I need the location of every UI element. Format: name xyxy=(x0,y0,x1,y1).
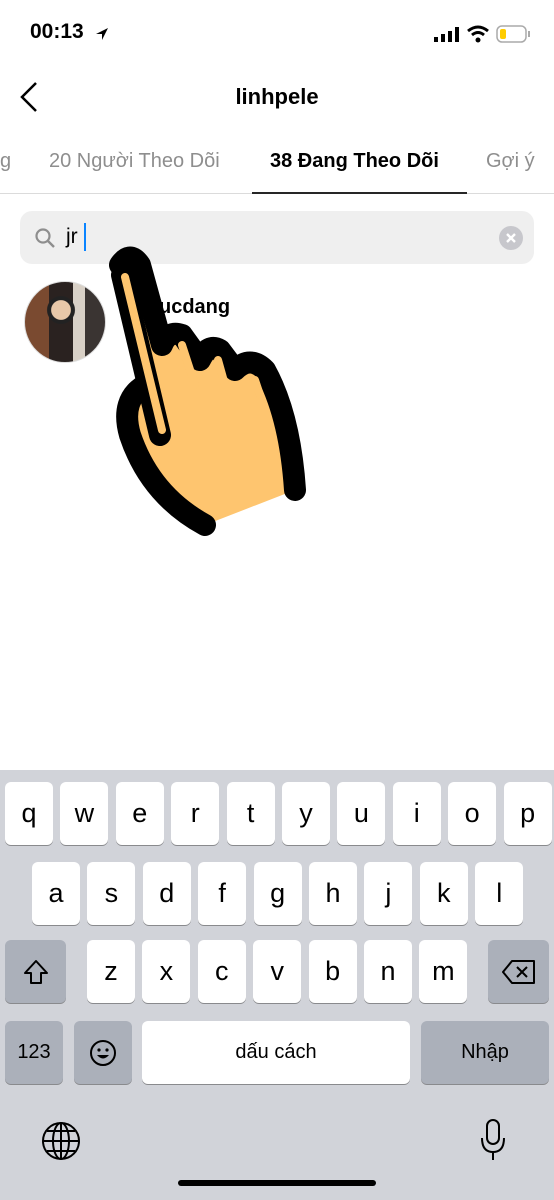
tab-followers[interactable]: 20 Người Theo Dõi xyxy=(49,150,220,173)
backspace-key[interactable] xyxy=(488,940,549,1003)
key-k[interactable]: k xyxy=(419,862,468,925)
key-l[interactable]: l xyxy=(475,862,524,925)
key-w[interactable]: w xyxy=(60,782,109,845)
search-icon xyxy=(35,228,55,248)
key-o[interactable]: o xyxy=(448,782,497,845)
shift-key[interactable] xyxy=(5,940,66,1003)
key-d[interactable]: d xyxy=(142,862,191,925)
key-q[interactable]: q xyxy=(5,782,53,845)
location-icon xyxy=(96,28,108,40)
tab-following[interactable]: 38 Đang Theo Dõi xyxy=(270,150,439,173)
signal-icon xyxy=(434,27,459,42)
key-j[interactable]: j xyxy=(364,862,413,925)
key-t[interactable]: t xyxy=(226,782,275,845)
page-title: linhpele xyxy=(235,84,319,109)
return-key[interactable]: Nhập xyxy=(421,1021,549,1084)
pointing-hand-icon xyxy=(109,246,306,536)
key-c[interactable]: c xyxy=(197,940,246,1003)
key-x[interactable]: x xyxy=(142,940,191,1003)
text-cursor xyxy=(84,223,86,251)
emoji-key[interactable] xyxy=(74,1021,132,1084)
status-time: 00:13 xyxy=(30,20,84,43)
active-tab-indicator xyxy=(252,192,467,194)
key-f[interactable]: f xyxy=(198,862,247,925)
key-h[interactable]: h xyxy=(309,862,357,925)
key-a[interactable]: a xyxy=(32,862,80,925)
key-i[interactable]: i xyxy=(392,782,441,845)
key-r[interactable]: r xyxy=(171,782,220,845)
space-key[interactable]: dấu cách xyxy=(142,1021,410,1084)
tab-suggestions[interactable]: Gợi ý xyxy=(486,150,535,173)
tab-mutual[interactable]: g xyxy=(0,150,11,173)
key-y[interactable]: y xyxy=(282,782,330,845)
key-b[interactable]: b xyxy=(308,940,357,1003)
key-z[interactable]: z xyxy=(87,940,135,1003)
globe-icon[interactable] xyxy=(40,1120,82,1162)
battery-icon xyxy=(496,25,530,43)
key-e[interactable]: e xyxy=(115,782,164,845)
shift-icon xyxy=(23,959,48,984)
search-value: jr xyxy=(66,225,78,248)
key-u[interactable]: u xyxy=(337,782,386,845)
clear-icon[interactable] xyxy=(499,226,523,250)
emoji-icon xyxy=(90,1039,116,1066)
key-g[interactable]: g xyxy=(253,862,302,925)
key-n[interactable]: n xyxy=(364,940,412,1003)
wifi-icon xyxy=(467,25,489,43)
backspace-icon xyxy=(501,959,535,984)
numbers-key[interactable]: 123 xyxy=(5,1021,63,1084)
microphone-icon[interactable] xyxy=(478,1118,508,1164)
key-s[interactable]: s xyxy=(87,862,136,925)
key-m[interactable]: m xyxy=(419,940,468,1003)
key-p[interactable]: p xyxy=(503,782,552,845)
home-indicator xyxy=(178,1180,376,1186)
key-v[interactable]: v xyxy=(253,940,302,1003)
